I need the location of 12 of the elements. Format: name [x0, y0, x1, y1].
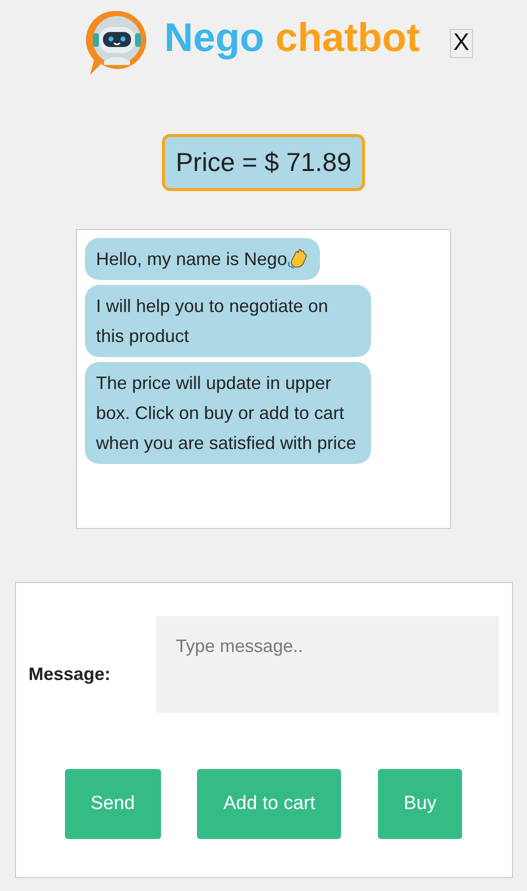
- message-label: Message:: [28, 664, 112, 685]
- waving-hand-icon: [287, 248, 310, 270]
- buy-button[interactable]: Buy: [378, 769, 462, 839]
- message-text: Hello, my name is Nego: [96, 248, 288, 271]
- add-to-cart-button[interactable]: Add to cart: [197, 769, 342, 839]
- message-text: The price will update in upper box. Click on buy or add to cart when you are satisfied with price: [96, 372, 358, 455]
- message-text: I will help you to negotiate on this product: [96, 295, 330, 348]
- price-display: Price = $ 71.89: [162, 134, 366, 191]
- app-title: Nego chatbot: [164, 16, 420, 60]
- close-button[interactable]: X: [450, 28, 473, 58]
- send-button[interactable]: Send: [64, 769, 161, 839]
- message-input[interactable]: Type message..: [156, 616, 498, 713]
